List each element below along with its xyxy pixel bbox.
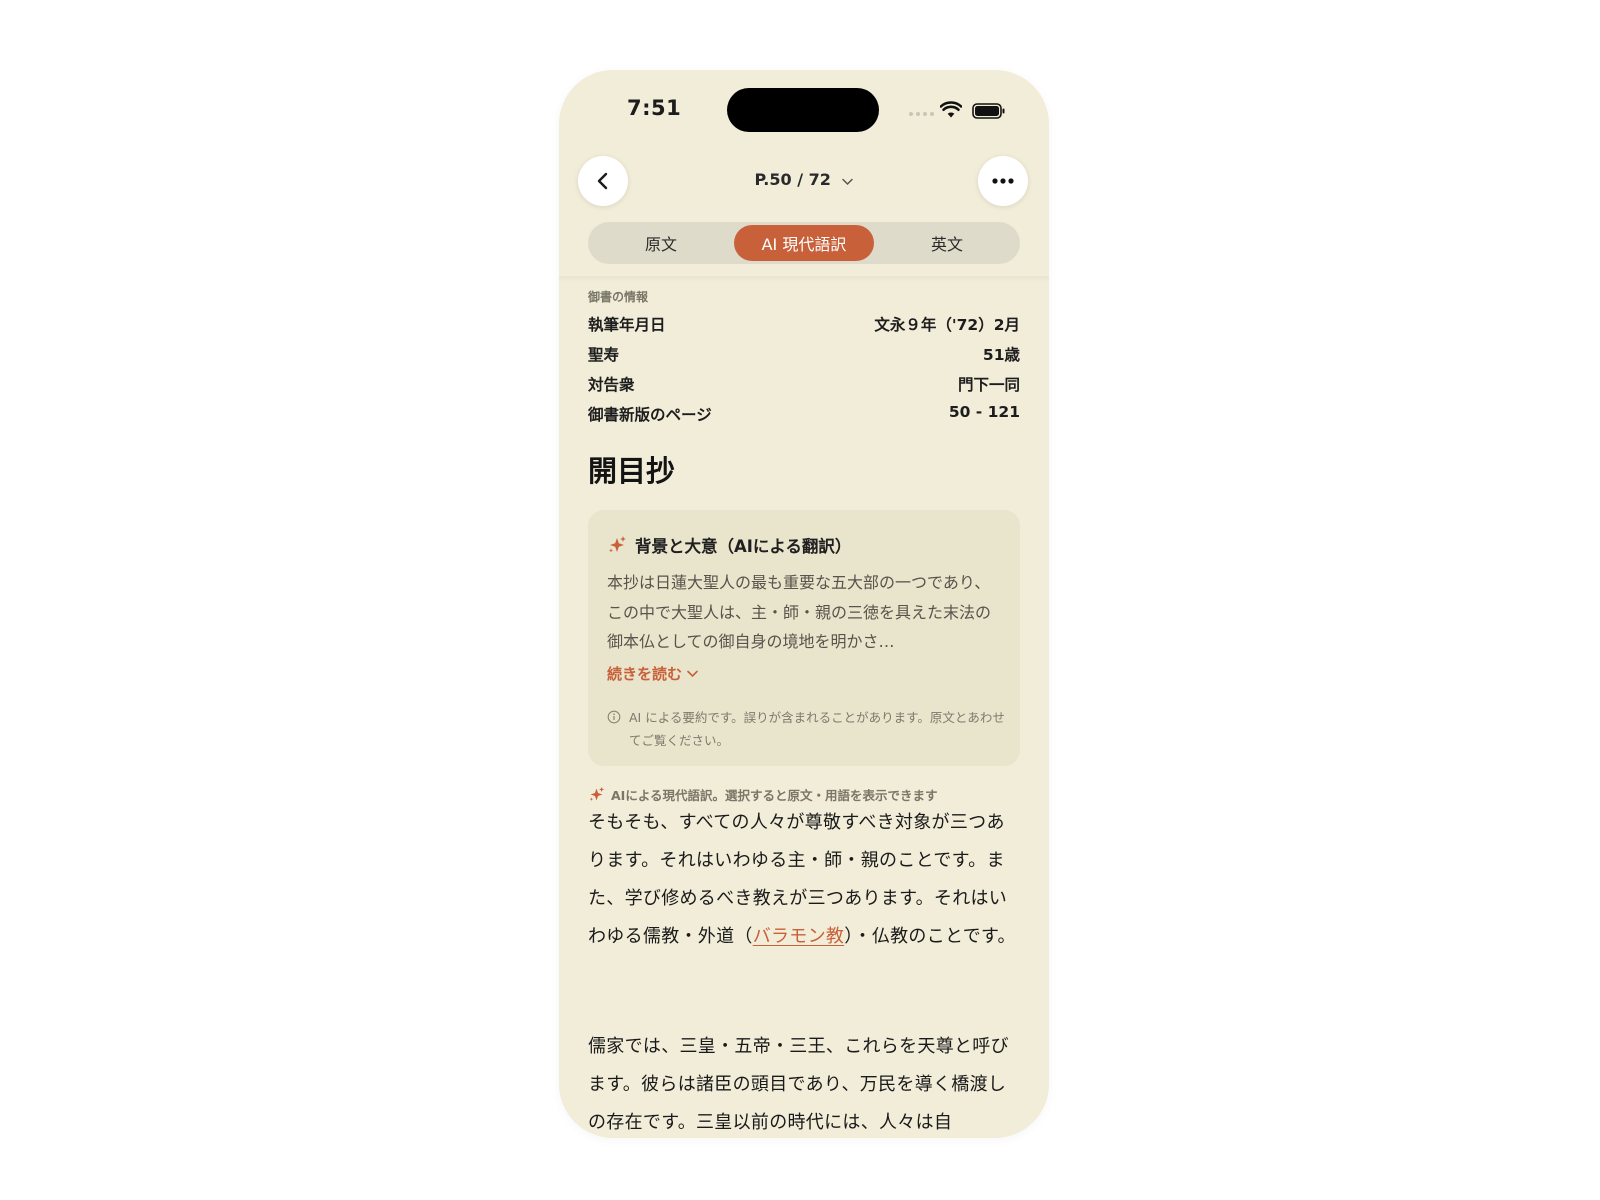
translation-paragraph-1[interactable]: そもそも、すべての人々が尊敬すべき対象が三つあります。それはいわゆる主・師・親の…	[588, 804, 1020, 956]
phone-screen: 7:51 P.50 / 72 原文 AI 現代語訳 英文 御書の情報 執筆年月日…	[559, 70, 1049, 1138]
ellipsis-icon	[992, 178, 1014, 184]
tab-ai-modern[interactable]: AI 現代語訳	[734, 225, 874, 261]
info-row-recipient: 対告衆 門下一同	[588, 373, 1020, 395]
read-more-label: 続きを読む	[607, 665, 683, 683]
header-shadow	[559, 276, 1049, 282]
more-options-button[interactable]	[978, 156, 1028, 206]
page-title: 開目抄	[588, 454, 676, 488]
tab-english[interactable]: 英文	[877, 225, 1017, 261]
info-caption: 御書の情報	[588, 290, 649, 304]
info-row-date: 執筆年月日 文永９年（'72）2月	[588, 313, 1020, 335]
info-value: 50 - 121	[948, 403, 1020, 421]
info-row-pages: 御書新版のページ 50 - 121	[588, 403, 1020, 425]
info-label: 対告衆	[588, 376, 635, 394]
info-icon	[607, 710, 621, 724]
info-value: 文永９年（'72）2月	[874, 316, 1020, 334]
disclaimer-text: AI による要約です。誤りが含まれることがあります。原文とあわせてご覧ください。	[629, 710, 1005, 748]
cellular-signal-icon	[909, 112, 934, 116]
paragraph-text: ）・仏教のことです。	[844, 926, 1016, 947]
view-mode-tabs: 原文 AI 現代語訳 英文	[588, 222, 1020, 264]
sparkle-icon	[609, 536, 626, 553]
battery-icon	[972, 103, 1006, 123]
sparkle-icon	[589, 786, 605, 801]
info-row-age: 聖寿 51歳	[588, 343, 1020, 365]
translation-hint-text: AIによる現代語訳。選択すると原文・用語を表示できます	[611, 788, 938, 803]
summary-card-title: 背景と大意（AIによる翻訳）	[635, 537, 852, 556]
read-more-link[interactable]: 続きを読む	[607, 663, 698, 684]
status-time: 7:51	[627, 96, 682, 120]
info-value: 門下一同	[957, 376, 1020, 394]
info-value: 51歳	[982, 346, 1020, 364]
translation-hint: AIによる現代語訳。選択すると原文・用語を表示できます	[588, 785, 937, 804]
wifi-icon	[939, 101, 963, 122]
summary-card-header: 背景と大意（AIによる翻訳）	[607, 533, 851, 557]
page-selector[interactable]: P.50 / 72	[559, 170, 1049, 190]
chevron-down-icon	[842, 171, 854, 190]
translation-paragraph-2[interactable]: 儒家では、三皇・五帝・三王、これらを天尊と呼びます。彼らは諸臣の頭目であり、万民…	[588, 1028, 1020, 1138]
info-label: 御書新版のページ	[588, 406, 712, 424]
chevron-down-icon	[687, 670, 698, 677]
info-label: 執筆年月日	[588, 316, 666, 334]
info-label: 聖寿	[588, 346, 620, 364]
dynamic-island	[727, 88, 879, 132]
summary-card-body: 本抄は日蓮大聖人の最も重要な五大部の一つであり、この中で大聖人は、主・師・親の三…	[607, 573, 992, 651]
ai-disclaimer: AI による要約です。誤りが含まれることがあります。原文とあわせてご覧ください。	[607, 706, 1007, 752]
page-indicator-label: P.50 / 72	[754, 170, 831, 189]
tab-original[interactable]: 原文	[591, 225, 731, 261]
summary-card: 背景と大意（AIによる翻訳） 本抄は日蓮大聖人の最も重要な五大部の一つであり、こ…	[588, 510, 1020, 766]
term-link[interactable]: バラモン教	[753, 926, 845, 947]
